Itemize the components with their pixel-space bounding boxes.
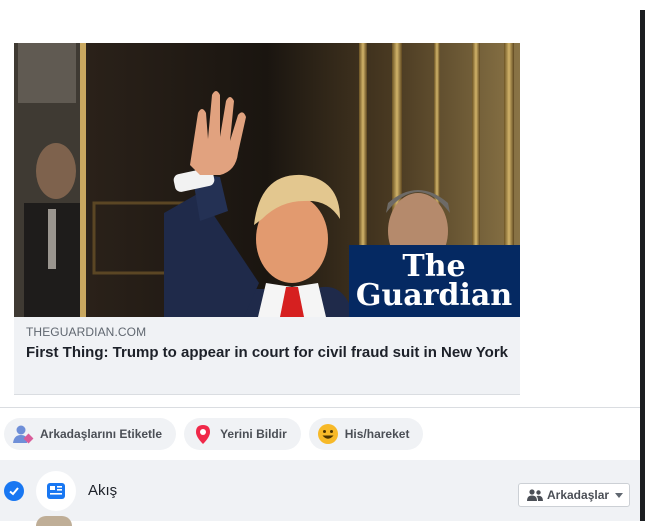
composer-actions: Arkadaşlarını Etiketle Yerini Bildir His… — [4, 418, 424, 451]
link-domain: THEGUARDIAN.COM — [26, 325, 147, 339]
friends-icon — [527, 489, 543, 501]
feed-label: Akış — [88, 482, 118, 499]
divider — [0, 407, 640, 408]
background-page-edge-top — [640, 0, 645, 10]
check-in-button[interactable]: Yerini Bildir — [184, 418, 301, 450]
checkmark-icon — [9, 487, 19, 496]
guardian-logo-line2: Guardian — [356, 278, 512, 313]
link-title[interactable]: First Thing: Trump to appear in court fo… — [26, 343, 514, 363]
link-preview-card[interactable]: The Guardian THEGUARDIAN.COM First Thing… — [14, 43, 520, 395]
news-photo: The Guardian — [14, 43, 520, 317]
chevron-down-icon — [615, 492, 624, 498]
news-feed-icon — [36, 471, 76, 511]
audience-label: Arkadaşlar — [547, 488, 610, 502]
smiley-icon — [317, 423, 339, 445]
tag-friends-icon — [12, 423, 34, 445]
audience-selector[interactable]: Arkadaşlar — [518, 483, 630, 507]
location-pin-icon — [192, 423, 214, 445]
tag-friends-label: Arkadaşlarını Etiketle — [40, 427, 163, 441]
feed-checkbox[interactable] — [4, 481, 24, 501]
feeling-activity-label: His/hareket — [344, 427, 410, 441]
tag-friends-button[interactable]: Arkadaşlarını Etiketle — [4, 418, 177, 450]
check-in-label: Yerini Bildir — [220, 427, 287, 441]
avatar — [36, 516, 72, 526]
share-options: Akış Arkadaşlar — [0, 460, 640, 526]
background-page-edge — [640, 0, 645, 521]
link-preview-image[interactable]: The Guardian — [14, 43, 520, 317]
link-preview-meta[interactable]: THEGUARDIAN.COM First Thing: Trump to ap… — [26, 324, 514, 363]
feeling-activity-button[interactable]: His/hareket — [308, 418, 424, 450]
post-composer: The Guardian THEGUARDIAN.COM First Thing… — [0, 0, 640, 458]
